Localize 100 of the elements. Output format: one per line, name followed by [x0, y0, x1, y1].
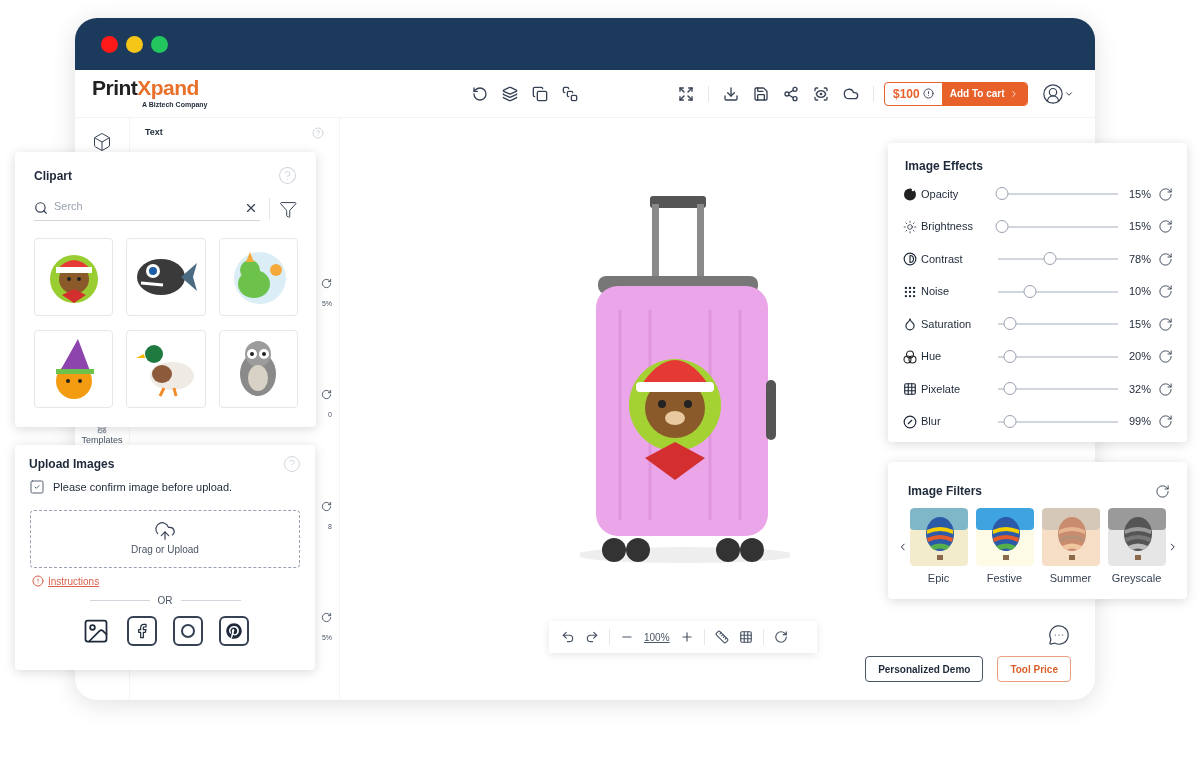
reset-icon[interactable]	[1158, 219, 1173, 234]
balloon-thumbnail-icon	[1107, 508, 1166, 566]
filter-option[interactable]: Festive	[975, 508, 1034, 587]
reset-icon[interactable]	[321, 500, 332, 512]
effect-value: 15%	[1128, 219, 1151, 235]
effect-label: Opacity	[921, 186, 960, 202]
reset-icon[interactable]	[1158, 349, 1173, 364]
grid-icon[interactable]	[738, 630, 753, 644]
save-icon[interactable]	[753, 85, 769, 102]
panel-title: Image Effects	[905, 158, 985, 175]
reset-icon[interactable]	[773, 630, 788, 644]
upload-dropzone[interactable]: Drag or Upload	[30, 509, 300, 568]
slider-thumb[interactable]	[1043, 252, 1057, 265]
instructions-link[interactable]: Instructions	[48, 573, 100, 589]
layers-icon[interactable]	[502, 85, 518, 102]
account-menu[interactable]	[1041, 82, 1074, 105]
templates-label[interactable]: Templates	[81, 434, 123, 448]
effect-value: 99%	[1128, 414, 1151, 430]
effect-value: 10%	[1128, 284, 1151, 300]
ruler-icon[interactable]	[714, 630, 729, 644]
checkbox[interactable]	[29, 479, 45, 496]
reset-icon[interactable]	[1158, 381, 1173, 397]
effect-label: Blur	[921, 414, 942, 430]
undo-icon[interactable]	[561, 630, 575, 644]
alert-icon	[32, 575, 44, 587]
personalized-demo-button[interactable]: Personalized Demo	[865, 656, 984, 682]
filter-option[interactable]: Epic	[909, 508, 968, 587]
zoom-in-icon[interactable]	[679, 630, 694, 644]
fullscreen-icon[interactable]	[678, 85, 694, 102]
pinterest-button[interactable]	[219, 615, 249, 646]
reset-icon[interactable]	[321, 612, 332, 623]
reset-icon[interactable]	[1158, 414, 1173, 429]
search-field[interactable]: Serch	[54, 198, 244, 221]
filter-icon[interactable]	[278, 199, 297, 219]
opacity-icon	[903, 187, 917, 201]
redo-icon[interactable]	[585, 630, 599, 644]
arrange-icon[interactable]	[562, 85, 578, 102]
hue-icon	[903, 349, 917, 364]
effect-label: Hue	[921, 349, 943, 365]
clipart-item[interactable]	[218, 329, 298, 408]
balloon-thumbnail-icon	[909, 508, 968, 566]
logo: PrintXpand	[92, 76, 200, 98]
checkbox-label: Please confirm image before upload.	[53, 480, 233, 495]
share-icon[interactable]	[783, 85, 799, 102]
filter-option[interactable]: Summer	[1041, 508, 1100, 587]
bear-sticker-drawing[interactable]	[629, 359, 721, 480]
duplicate-icon[interactable]	[532, 85, 548, 102]
zoom-level[interactable]: 100%	[644, 629, 670, 645]
reset-icon[interactable]	[1155, 483, 1170, 499]
effect-label: Saturation	[921, 316, 973, 332]
pinterest-icon	[226, 622, 242, 639]
panel-title: Upload Images	[29, 456, 115, 473]
reset-icon[interactable]	[1158, 251, 1173, 267]
pixelate-icon	[903, 382, 917, 396]
dropzone-label: Drag or Upload	[131, 543, 199, 557]
slider-thumb[interactable]	[1003, 349, 1017, 363]
instagram-button[interactable]	[173, 615, 203, 646]
slider-thumb[interactable]	[995, 219, 1009, 233]
clipart-item[interactable]	[126, 237, 206, 316]
slider-thumb[interactable]	[1003, 382, 1017, 395]
reset-icon[interactable]	[1158, 316, 1173, 332]
camera-lens-icon	[181, 623, 195, 638]
effect-value: 15%	[1128, 316, 1151, 332]
chat-icon[interactable]	[1048, 624, 1070, 646]
slider-thumb[interactable]	[1003, 414, 1017, 428]
blur-icon	[903, 414, 917, 429]
noise-icon	[903, 284, 917, 299]
slider-thumb[interactable]	[995, 187, 1009, 200]
slider-thumb[interactable]	[1003, 317, 1017, 330]
filter-option[interactable]: Greyscale	[1107, 508, 1166, 587]
reset-icon[interactable]	[321, 277, 332, 289]
or-divider-label: OR	[157, 593, 173, 608]
preview-icon[interactable]	[813, 85, 829, 102]
clipart-item[interactable]	[34, 329, 114, 408]
price-label: $100	[885, 84, 942, 103]
brightness-icon	[903, 219, 917, 234]
reset-icon[interactable]	[321, 389, 332, 400]
effect-label: Pixelate	[921, 381, 962, 397]
droplet-icon	[903, 317, 917, 331]
panel-title: Text	[145, 126, 163, 139]
cloud-upload-icon	[154, 520, 176, 542]
clipart-item[interactable]	[126, 329, 206, 408]
reset-icon[interactable]	[1158, 186, 1173, 202]
tool-price-button[interactable]: Tool Price	[997, 656, 1071, 682]
cube-icon[interactable]	[92, 132, 112, 152]
search-icon	[34, 200, 48, 215]
effect-value: 32%	[1128, 381, 1151, 397]
reset-icon[interactable]	[1158, 284, 1173, 299]
panel-title: Image Filters	[908, 483, 983, 500]
slider-thumb[interactable]	[1023, 284, 1037, 298]
templates-icon[interactable]	[95, 424, 109, 434]
clipart-item[interactable]	[34, 237, 114, 316]
facebook-button[interactable]	[127, 615, 157, 646]
download-icon[interactable]	[723, 85, 739, 102]
effect-label: Brightness	[921, 219, 974, 235]
balloon-thumbnail-icon	[1041, 508, 1100, 566]
effect-label: Noise	[921, 284, 951, 300]
clipart-item[interactable]	[218, 237, 298, 316]
history-icon[interactable]	[472, 85, 488, 102]
contrast-icon	[903, 252, 917, 266]
